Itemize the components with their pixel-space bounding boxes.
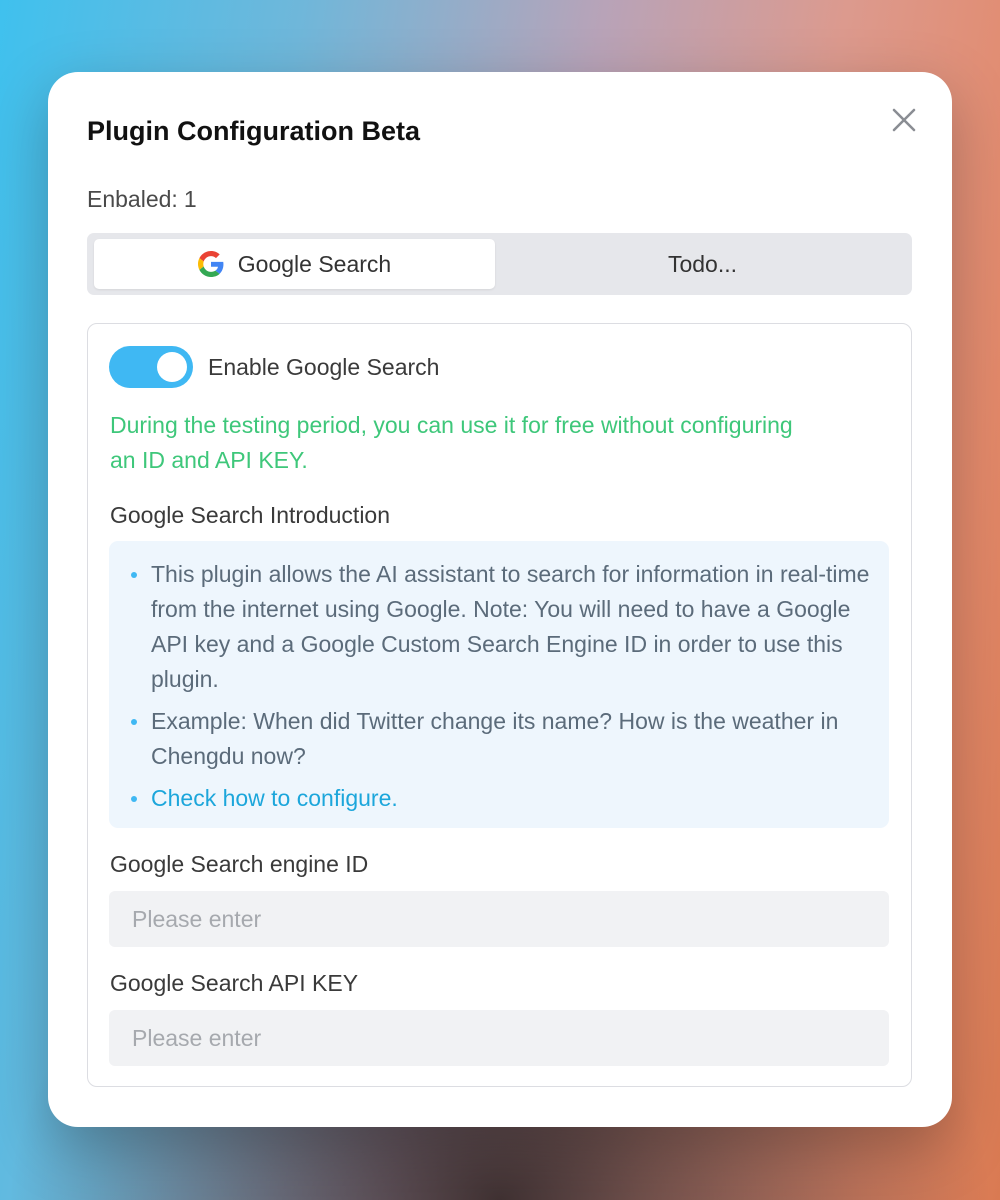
enabled-label: Enbaled: xyxy=(87,186,178,212)
tab-todo-label: Todo... xyxy=(667,250,738,277)
toggle-label: Enable Google Search xyxy=(208,353,440,380)
intro-item-description: This plugin allows the AI assistant to s… xyxy=(131,557,886,697)
engine-id-label: Google Search engine ID xyxy=(110,851,369,877)
configure-link[interactable]: Check how to configure. xyxy=(131,781,886,816)
api-key-input[interactable] xyxy=(109,1010,889,1066)
enable-google-search-toggle[interactable] xyxy=(109,346,193,388)
intro-item-example: Example: When did Twitter change its nam… xyxy=(131,704,886,774)
intro-heading: Google Search Introduction xyxy=(110,502,391,528)
intro-box: This plugin allows the AI assistant to s… xyxy=(109,541,889,828)
plugin-config-dialog: Plugin Configuration Beta Enbaled: 1 Goog… xyxy=(48,72,952,1127)
enabled-value: 1 xyxy=(183,186,197,212)
plugin-tabs: Google Search Todo... xyxy=(87,233,912,295)
api-key-label: Google Search API KEY xyxy=(110,970,359,996)
intro-list: This plugin allows the AI assistant to s… xyxy=(109,541,889,816)
toggle-knob xyxy=(157,352,187,382)
tab-todo[interactable]: Todo... xyxy=(502,239,903,289)
enable-toggle-row: Enable Google Search xyxy=(109,346,439,388)
tab-google-search[interactable]: Google Search xyxy=(94,239,495,289)
close-button[interactable] xyxy=(890,106,918,134)
google-g-icon xyxy=(197,251,224,277)
tab-google-search-label: Google Search xyxy=(237,250,392,277)
enabled-count: Enbaled: 1 xyxy=(87,186,197,213)
engine-id-input[interactable] xyxy=(109,891,889,947)
free-usage-note: During the testing period, you can use i… xyxy=(110,412,793,473)
close-icon xyxy=(892,108,916,132)
google-search-panel: Enable Google Search During the testing … xyxy=(87,323,912,1087)
dialog-title: Plugin Configuration Beta xyxy=(87,116,420,146)
